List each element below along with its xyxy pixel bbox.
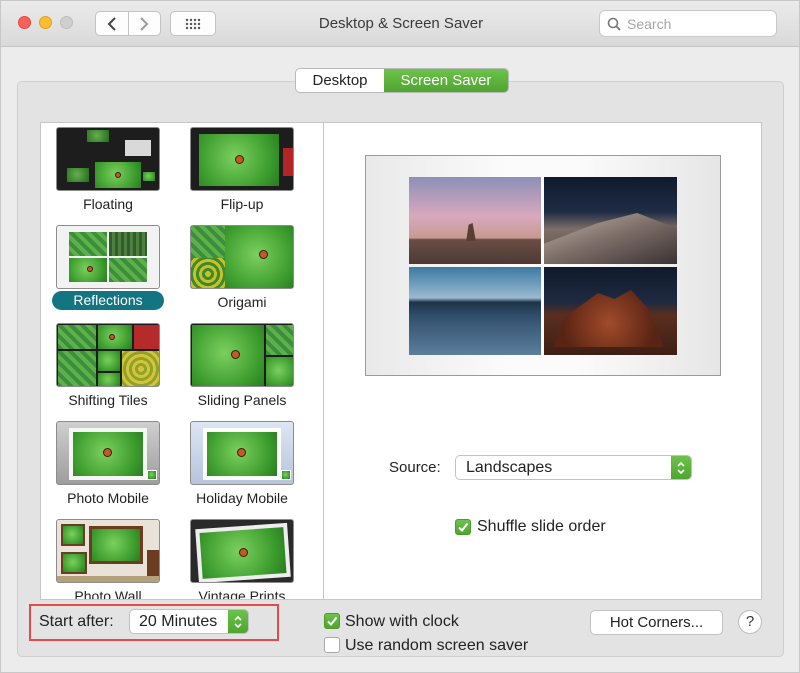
start-after-label: Start after: bbox=[39, 613, 114, 630]
show-clock-label[interactable]: Show with clock bbox=[345, 613, 459, 631]
saver-label: Holiday Mobile bbox=[196, 490, 288, 506]
search-icon bbox=[607, 17, 621, 31]
title-bar: Desktop & Screen Saver Search bbox=[1, 1, 799, 47]
minimize-window-button[interactable] bbox=[39, 16, 52, 29]
saver-label: Origami bbox=[217, 294, 267, 310]
start-after-value: 20 Minutes bbox=[139, 613, 218, 630]
forward-button[interactable] bbox=[127, 12, 161, 35]
saver-label: Sliding Panels bbox=[197, 392, 287, 408]
up-down-chevron-icon bbox=[234, 615, 242, 628]
shuffle-label[interactable]: Shuffle slide order bbox=[477, 518, 606, 536]
window-title: Desktop & Screen Saver bbox=[318, 15, 484, 32]
tab-desktop[interactable]: Desktop bbox=[296, 69, 384, 92]
saver-floating-thumbnail bbox=[56, 127, 160, 191]
tab-bar: Desktop Screen Saver bbox=[295, 68, 509, 93]
saver-origami-thumbnail bbox=[190, 225, 294, 289]
saver-sliding-panels-thumbnail bbox=[190, 323, 294, 387]
saver-photo-wall-thumbnail bbox=[56, 519, 160, 583]
source-popup[interactable]: Landscapes bbox=[455, 455, 692, 480]
saver-holiday-mobile-thumbnail bbox=[190, 421, 294, 485]
preview-photo-lake bbox=[409, 267, 541, 355]
preview-photo-desert-rock bbox=[409, 177, 541, 264]
screen-saver-list[interactable]: Floating Flip-up Reflections Origami Shi… bbox=[40, 122, 324, 600]
saver-label: Photo Mobile bbox=[67, 490, 149, 506]
saver-label: Floating bbox=[83, 196, 133, 212]
nav-buttons bbox=[95, 11, 161, 36]
show-all-button[interactable] bbox=[170, 11, 216, 36]
search-field[interactable]: Search bbox=[599, 10, 777, 37]
show-clock-checkbox[interactable] bbox=[324, 613, 340, 629]
checkmark-icon bbox=[458, 522, 469, 533]
saver-label-selected: Reflections bbox=[52, 291, 164, 310]
source-popup-arrows[interactable] bbox=[671, 456, 691, 479]
hot-corners-button[interactable]: Hot Corners... bbox=[590, 610, 723, 635]
source-label: Source: bbox=[389, 459, 441, 476]
saver-reflections-thumbnail bbox=[56, 225, 160, 289]
tab-screen-saver[interactable]: Screen Saver bbox=[384, 69, 508, 92]
saver-label: Flip-up bbox=[220, 196, 264, 212]
screen-saver-preview bbox=[365, 155, 721, 376]
saver-label: Vintage Prints bbox=[198, 588, 286, 600]
grid-icon bbox=[185, 18, 201, 29]
checkmark-icon bbox=[327, 616, 338, 627]
saver-label: Photo Wall bbox=[74, 588, 142, 600]
start-after-popup-arrows[interactable] bbox=[228, 610, 248, 633]
saver-flip-up-thumbnail bbox=[190, 127, 294, 191]
search-placeholder: Search bbox=[627, 15, 672, 32]
chevron-left-icon bbox=[107, 16, 116, 31]
saver-shifting-tiles-thumbnail bbox=[56, 323, 160, 387]
saver-label: Shifting Tiles bbox=[68, 392, 148, 408]
help-button[interactable]: ? bbox=[738, 610, 762, 634]
close-window-button[interactable] bbox=[18, 16, 31, 29]
preview-photo-dunes bbox=[544, 177, 677, 264]
preferences-window: Desktop & Screen Saver Search Desktop Sc… bbox=[0, 0, 800, 673]
back-button[interactable] bbox=[96, 12, 128, 35]
shuffle-checkbox[interactable] bbox=[455, 519, 471, 535]
saver-vintage-prints-thumbnail bbox=[190, 519, 294, 583]
random-saver-checkbox[interactable] bbox=[324, 637, 340, 653]
zoom-window-button[interactable] bbox=[60, 16, 73, 29]
chevron-right-icon bbox=[140, 16, 149, 31]
source-value: Landscapes bbox=[466, 459, 553, 476]
preview-photo-rocks bbox=[544, 267, 677, 355]
saver-photo-mobile-thumbnail bbox=[56, 421, 160, 485]
start-after-popup[interactable]: 20 Minutes bbox=[129, 609, 249, 634]
up-down-chevron-icon bbox=[677, 461, 685, 474]
random-saver-label[interactable]: Use random screen saver bbox=[345, 637, 528, 655]
